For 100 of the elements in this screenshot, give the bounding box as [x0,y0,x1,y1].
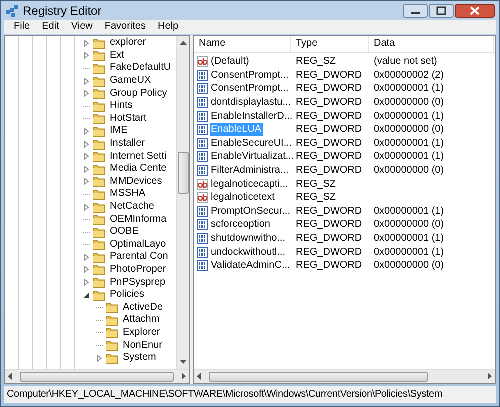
tree-item[interactable]: Parental Con [108,251,170,264]
binary-value-icon [197,151,208,162]
close-button[interactable] [455,4,495,18]
tree-item[interactable]: Explorer [121,326,162,339]
value-type: REG_DWORD [295,138,364,149]
value-type: REG_DWORD [295,260,364,272]
folder-icon [93,214,105,226]
tree-item[interactable]: Attachm [121,314,162,326]
column-header[interactable]: Data [369,36,494,52]
tree-item[interactable]: GameUX [108,75,154,88]
folder-icon [93,176,105,188]
folder-icon [93,38,105,49]
scroll-left-icon[interactable] [197,373,201,380]
expand-arrow-icon[interactable] [96,354,103,362]
value-name[interactable]: undockwithoutl... [210,246,286,259]
value-name[interactable]: ValidateAdminC... [210,259,292,272]
value-name[interactable]: ConsentPrompt... [210,68,290,82]
value-name[interactable]: legalnoticecapti... [210,178,290,191]
tree-item[interactable]: Media Cente [108,163,169,176]
column-header[interactable]: Name [194,36,291,52]
tree-item[interactable]: FakeDefaultU [108,62,174,74]
tree-item[interactable]: HotStart [108,112,149,125]
folder-icon [93,188,105,200]
folder-icon [93,100,105,112]
value-name[interactable]: EnableSecureUI... [210,136,294,150]
folder-icon [106,314,118,326]
value-name[interactable]: PromptOnSecur... [210,204,292,218]
value-name[interactable]: legalnoticetext [210,191,276,204]
value-name[interactable]: dontdisplaylastu... [210,96,292,110]
tree-item[interactable]: OOBE [108,226,141,238]
tree-item[interactable]: NonEnur [121,340,164,352]
tree-item[interactable]: IME [108,125,130,138]
tree-item[interactable]: MSSHA [108,188,148,200]
scroll-down-icon[interactable] [180,360,186,365]
tree-item[interactable]: OptimalLayo [108,238,168,251]
value-name[interactable]: ConsentPrompt... [210,82,290,96]
scroll-thumb[interactable] [209,372,428,382]
tree-item[interactable]: Hints [108,100,135,112]
string-value-icon [197,178,208,190]
maximize-button[interactable] [429,4,454,18]
folder-icon [93,290,105,301]
folder-icon [106,327,118,338]
value-name[interactable]: (Default) [210,55,250,68]
tree-item[interactable]: PhotoProper [108,264,168,276]
expand-arrow-icon[interactable] [83,204,90,211]
value-name[interactable]: EnableVirtualizat... [210,150,296,164]
menu-item[interactable]: Help [152,20,185,34]
tree-item[interactable]: System [121,352,158,364]
menu-item[interactable]: View [65,20,99,34]
tree-item[interactable]: MMDevices [108,176,164,188]
value-name[interactable]: EnableInstallerD... [210,110,294,123]
value-type: REG_DWORD [295,246,364,258]
tree-item[interactable]: Policies [108,289,146,302]
folder-icon [93,264,105,276]
folder-icon [93,226,105,238]
value-data: 0x00000000 (0) [373,260,446,272]
tree-item[interactable]: Internet Setti [108,150,169,163]
tree-item[interactable]: Group Policy [108,88,170,100]
horizontal-scrollbar[interactable] [194,369,495,383]
scroll-right-icon[interactable] [182,373,186,380]
vertical-scrollbar[interactable] [176,36,189,369]
folder-icon [93,62,105,74]
tree-item[interactable]: NetCache [108,201,156,214]
value-name[interactable]: shutdownwitho... [210,232,286,246]
value-data: 0x00000000 (0) [373,97,446,108]
value-type: REG_DWORD [295,124,364,136]
window-title: Registry Editor [23,4,102,18]
tree-item[interactable]: ActiveDe [121,302,166,314]
menu-item[interactable]: File [8,20,36,34]
column-header[interactable]: Type [291,36,369,52]
tree-item[interactable]: Installer [108,138,148,150]
value-data: 0x00000001 (1) [373,233,446,244]
menu-item[interactable]: Edit [36,20,66,34]
horizontal-scrollbar[interactable] [5,369,189,383]
tree-item[interactable]: Ext [108,50,126,62]
value-type: REG_SZ [295,192,338,204]
scroll-up-icon[interactable] [180,40,186,45]
folder-icon [93,164,105,175]
scroll-thumb[interactable] [178,152,188,194]
scroll-right-icon[interactable] [488,373,492,380]
folder-icon [106,352,118,364]
folder-icon [93,151,105,162]
minimize-button[interactable] [403,4,428,18]
folder-icon [93,138,105,150]
value-type: REG_DWORD [295,165,364,176]
folder-icon [93,50,105,62]
collapse-arrow-icon[interactable] [83,292,90,299]
scroll-thumb[interactable] [20,372,174,382]
tree-item[interactable]: explorer [108,37,148,50]
value-data: 0x00000001 (1) [373,83,446,94]
value-name[interactable]: FilterAdministra... [210,164,290,178]
binary-value-icon [197,219,208,230]
value-data: 0x00000001 (1) [373,110,446,122]
scroll-left-icon[interactable] [8,373,12,380]
menu-item[interactable]: Favorites [98,20,152,34]
binary-value-icon [197,110,208,122]
tree-item[interactable]: PnPSysprep [108,276,168,289]
tree-item[interactable]: OEMInforma [108,214,169,226]
binary-value-icon [197,138,208,149]
value-name[interactable]: scforceoption [210,218,272,232]
